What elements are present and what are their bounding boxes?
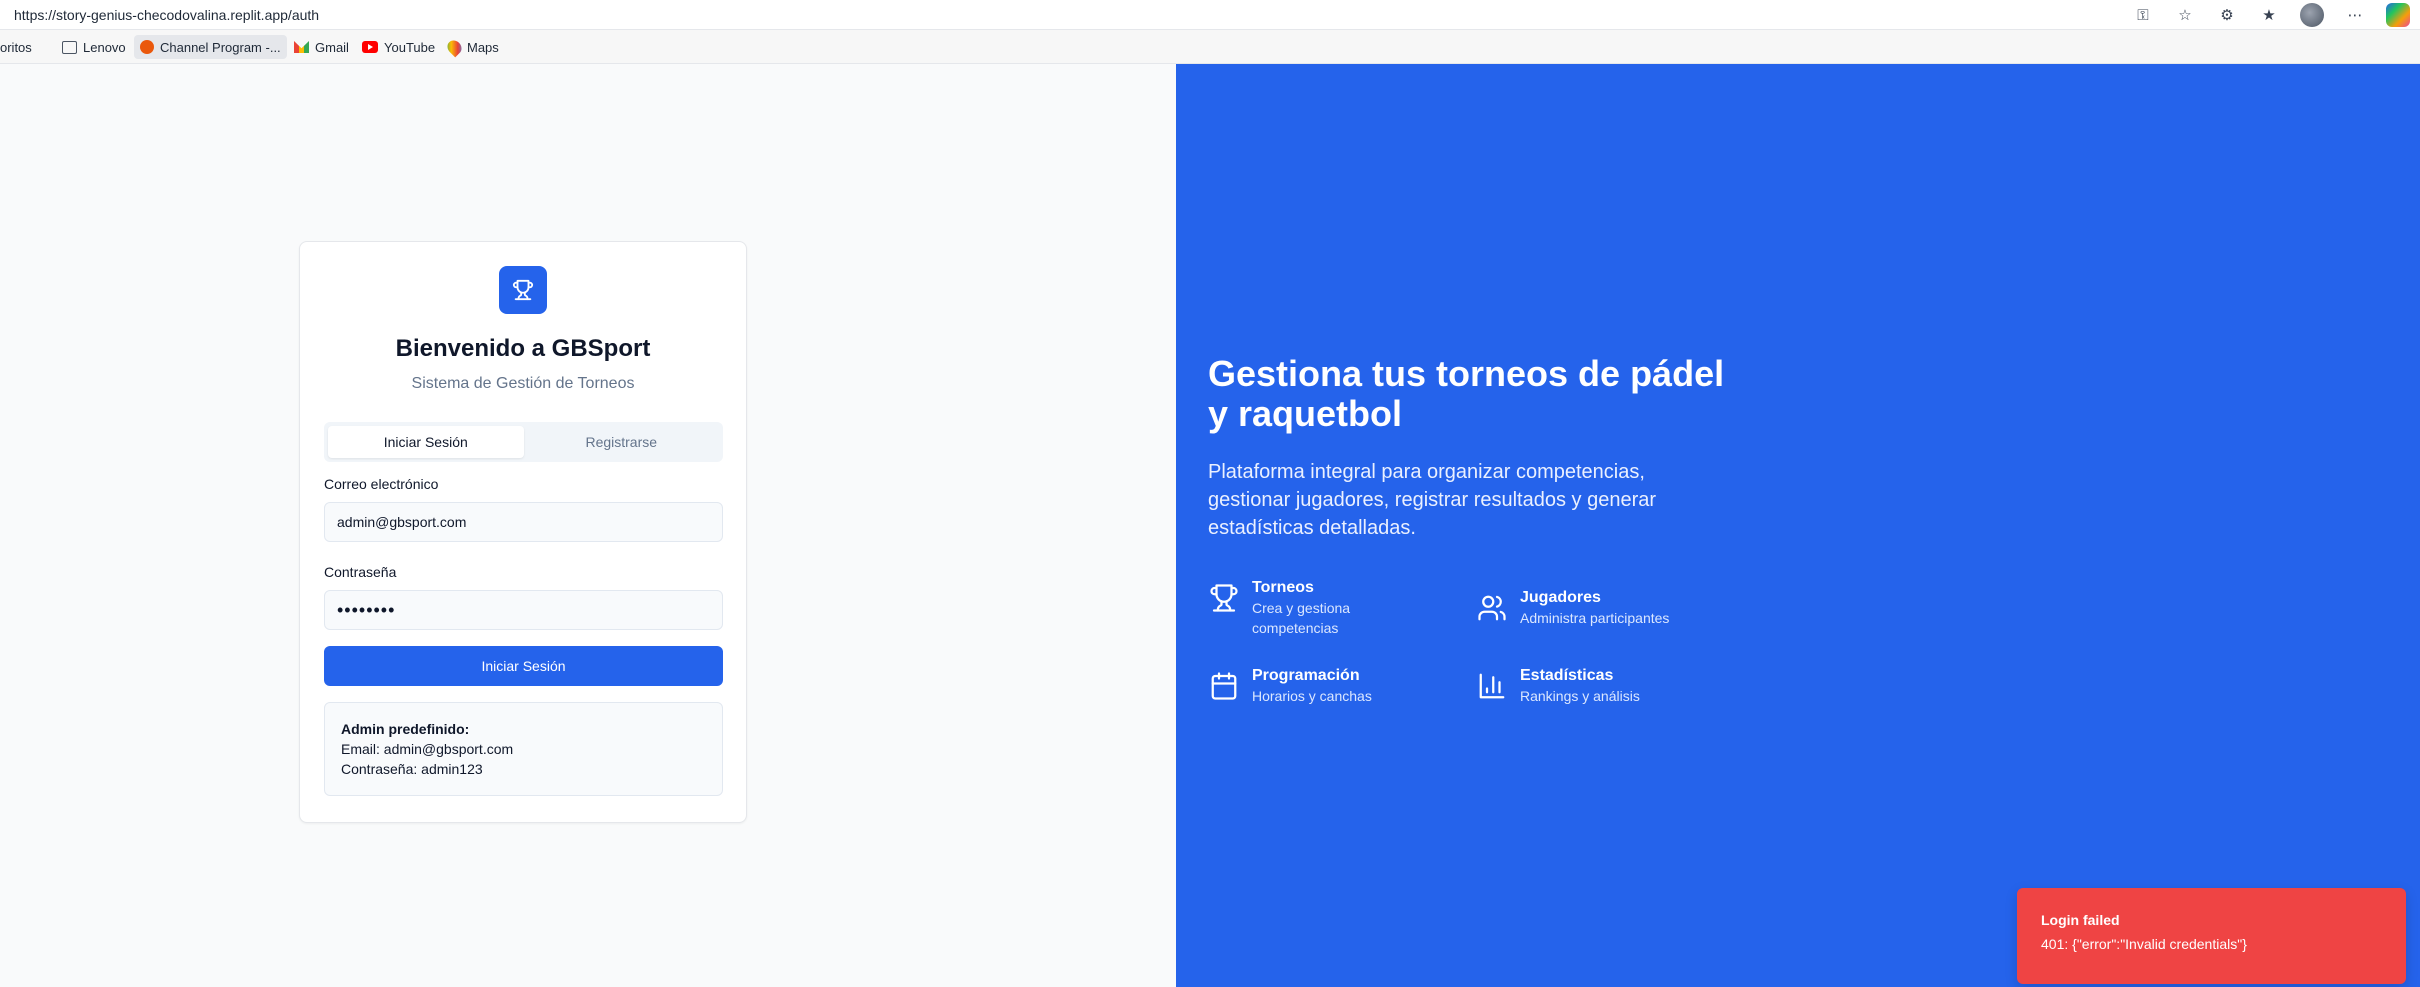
bookmark-channel-program[interactable]: Channel Program -... <box>134 35 287 59</box>
trophy-icon <box>1208 582 1240 614</box>
feature-description: Horarios y canchas <box>1252 688 1372 704</box>
feature-torneos: Torneos Crea y gestiona competencias <box>1208 578 1372 638</box>
feature-description: Crea y gestiona competencias <box>1252 600 1351 636</box>
bookmark-label: Channel Program -... <box>160 39 281 55</box>
login-panel: Bienvenido a GBSport Sistema de Gestión … <box>0 64 1176 987</box>
feature-jugadores: Jugadores Administra participantes <box>1476 588 1710 628</box>
key-icon[interactable]: ⚿ <box>2132 4 2154 26</box>
favorite-star-icon[interactable]: ☆ <box>2174 4 2196 26</box>
toast-title: Login failed <box>2041 912 2120 928</box>
folder-icon <box>62 40 77 54</box>
bookmark-label: Lenovo <box>83 39 126 55</box>
url-field[interactable]: https://story-genius-checodovalina.repli… <box>14 7 319 23</box>
maps-icon <box>444 37 465 57</box>
extensions-icon[interactable]: ⚙ <box>2216 4 2238 26</box>
error-toast[interactable]: Login failed 401: {"error":"Invalid cred… <box>2017 888 2406 984</box>
gmail-icon <box>294 41 309 53</box>
bookmarks-bar: oritos Lenovo Channel Program -... Gmail… <box>0 30 2420 64</box>
feature-programacion: Programación Horarios y canchas <box>1208 666 1442 706</box>
bookmark-lenovo[interactable]: Lenovo <box>56 35 132 59</box>
bookmark-label: Gmail <box>315 39 349 55</box>
feature-title: Estadísticas <box>1520 667 1614 684</box>
bookmark-maps[interactable]: Maps <box>442 35 505 59</box>
feature-estadisticas: Estadísticas Rankings y análisis <box>1476 666 1710 706</box>
tab-register[interactable]: Registrarse <box>524 426 720 458</box>
card-title: Bienvenido a GBSport <box>395 335 651 362</box>
bookmark-label: oritos <box>0 39 32 55</box>
more-menu-icon[interactable]: ⋯ <box>2344 4 2366 26</box>
users-icon <box>1476 592 1508 624</box>
toast-message: 401: {"error":"Invalid credentials"} <box>2041 936 2247 952</box>
login-submit-button[interactable]: Iniciar Sesión <box>324 646 723 686</box>
auth-tabs: Iniciar Sesión Registrarse <box>324 422 723 462</box>
trophy-logo <box>499 266 547 314</box>
feature-title: Programación <box>1252 667 1360 684</box>
trophy-icon <box>512 279 534 301</box>
copilot-icon[interactable] <box>2386 3 2410 27</box>
browser-toolbar-icons: ⚿ ☆ ⚙ ★ ⋯ <box>2132 3 2410 27</box>
feature-title: Jugadores <box>1520 589 1601 606</box>
password-value: •••••••• <box>337 599 396 620</box>
profile-avatar[interactable] <box>2300 3 2324 27</box>
admin-info-email: Email: admin@gbsport.com <box>341 741 514 757</box>
bookmark-favorites[interactable]: oritos <box>0 35 38 59</box>
admin-info-box: Admin predefinido: Email: admin@gbsport.… <box>324 702 723 796</box>
feature-description: Rankings y análisis <box>1520 688 1640 704</box>
bookmark-label: YouTube <box>384 39 436 55</box>
youtube-icon <box>362 41 378 53</box>
login-card: Bienvenido a GBSport Sistema de Gestión … <box>299 241 747 823</box>
feature-description: Administra participantes <box>1520 610 1670 626</box>
email-field[interactable]: admin@gbsport.com <box>324 502 723 542</box>
bookmark-youtube[interactable]: YouTube <box>356 35 441 59</box>
hero-description: Plataforma integral para organizar compe… <box>1208 461 1657 539</box>
email-value: admin@gbsport.com <box>337 514 467 530</box>
feature-title: Torneos <box>1252 579 1314 596</box>
calendar-icon <box>1208 670 1240 702</box>
tab-login[interactable]: Iniciar Sesión <box>328 426 524 458</box>
bar-chart-icon <box>1476 670 1508 702</box>
admin-info-heading: Admin predefinido: <box>341 721 470 737</box>
hero-title: Gestiona tus torneos de pádel y raquetbo… <box>1208 353 1725 434</box>
browser-address-bar: https://story-genius-checodovalina.repli… <box>0 0 2420 30</box>
bookmark-label: Maps <box>467 39 499 55</box>
password-label: Contraseña <box>324 564 397 580</box>
hero-panel: Gestiona tus torneos de pádel y raquetbo… <box>1176 64 2420 987</box>
email-label: Correo electrónico <box>324 476 439 492</box>
password-field[interactable]: •••••••• <box>324 590 723 630</box>
admin-info-password: Contraseña: admin123 <box>341 761 483 777</box>
channel-program-icon <box>140 40 154 54</box>
bookmark-gmail[interactable]: Gmail <box>288 35 355 59</box>
card-subtitle: Sistema de Gestión de Torneos <box>411 375 635 392</box>
favorites-icon[interactable]: ★ <box>2258 4 2280 26</box>
